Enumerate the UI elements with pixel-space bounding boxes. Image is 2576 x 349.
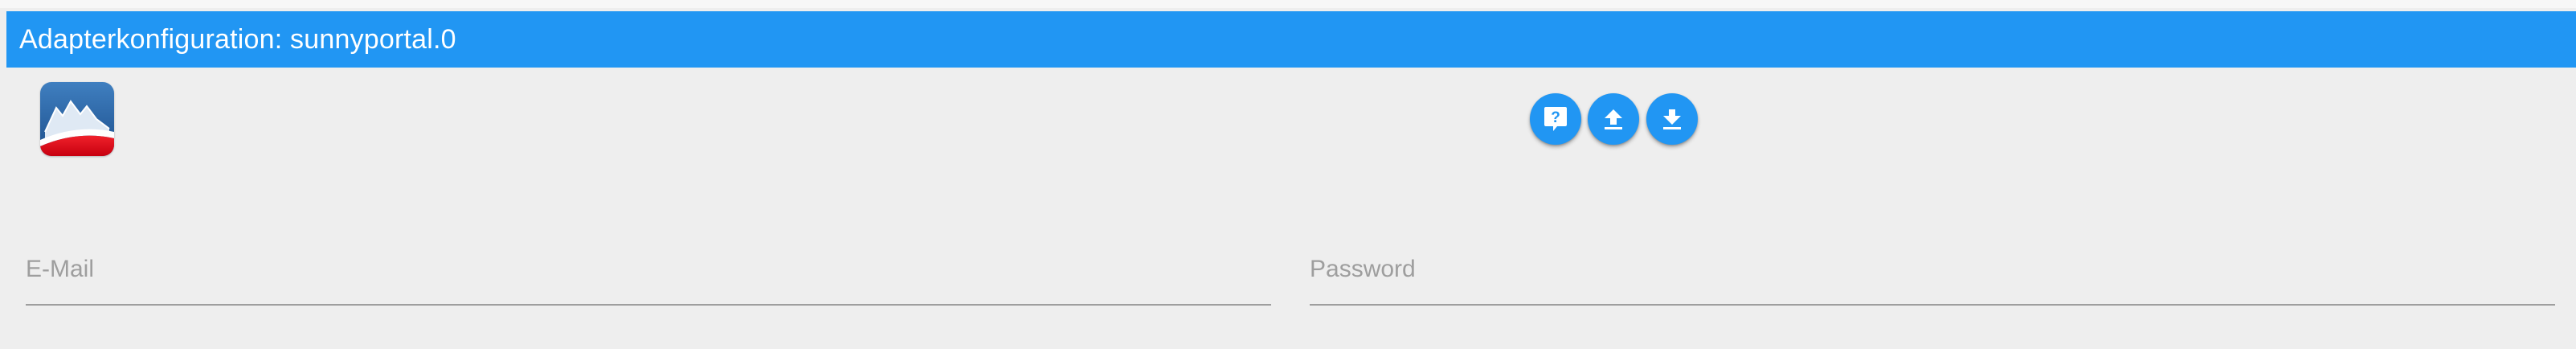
help-question-icon: ? [1544,107,1567,131]
upload-icon [1605,109,1622,129]
adapter-config-page: Adapterkonfiguration: sunnyportal.0 ? E-… [0,0,2576,349]
password-field-container [1310,235,2555,307]
title-bar: Adapterkonfiguration: sunnyportal.0 [6,11,2576,68]
password-field[interactable] [1310,235,2555,306]
page-title: Adapterkonfiguration: sunnyportal.0 [19,23,456,55]
email-field-container [26,235,1271,307]
download-icon [1663,109,1681,129]
email-field[interactable] [26,235,1271,306]
help-button[interactable]: ? [1530,93,1581,145]
adapter-logo-icon [40,82,114,156]
download-button[interactable] [1646,93,1698,145]
top-strip [0,0,2576,8]
upload-button[interactable] [1588,93,1639,145]
svg-text:?: ? [1551,109,1560,126]
